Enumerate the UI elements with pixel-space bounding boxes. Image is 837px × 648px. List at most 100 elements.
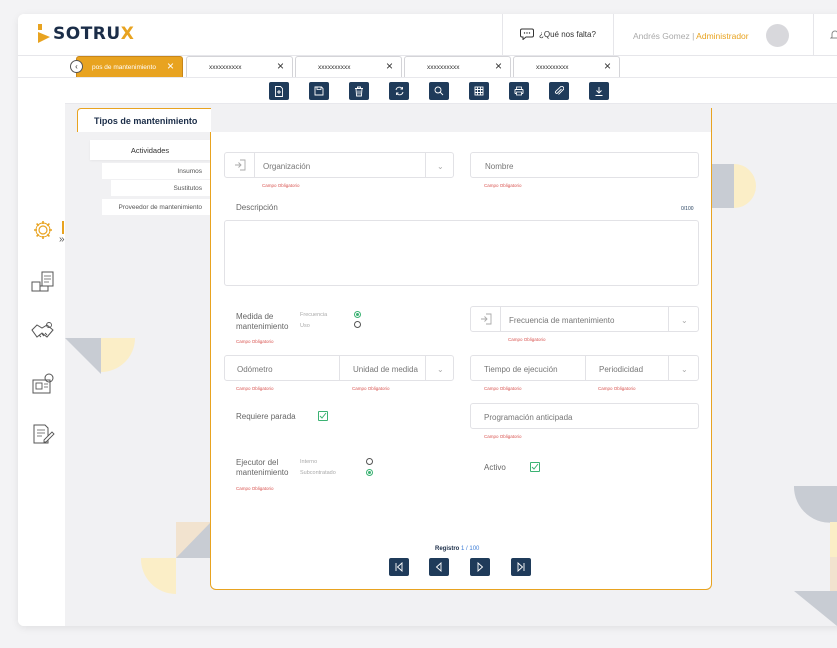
search-button[interactable] bbox=[429, 82, 449, 100]
tab-label: pos de mantenimiento bbox=[92, 63, 156, 71]
uso-option-label: Uso bbox=[300, 323, 310, 329]
toolbar bbox=[65, 78, 837, 104]
error-message: Campo Obligatorio bbox=[262, 183, 300, 188]
tab-item[interactable]: xxxxxxxxxx × bbox=[186, 56, 293, 77]
new-button[interactable] bbox=[269, 82, 289, 100]
last-record-button[interactable] bbox=[511, 558, 531, 576]
error-message: Campo Obligatorio bbox=[236, 339, 274, 344]
user-role: Administrador bbox=[696, 31, 749, 41]
sync-button[interactable] bbox=[389, 82, 409, 100]
close-icon[interactable]: × bbox=[277, 60, 284, 72]
gear-icon[interactable] bbox=[30, 218, 56, 242]
programacion-input[interactable]: Programación anticipada bbox=[470, 403, 699, 429]
inventory-icon[interactable] bbox=[30, 270, 56, 294]
last-page-icon bbox=[517, 562, 525, 572]
chevron-left-icon: ‹ bbox=[75, 61, 78, 71]
first-page-icon bbox=[395, 562, 403, 572]
login-icon bbox=[225, 153, 255, 177]
expand-sidebar-icon[interactable]: » bbox=[59, 234, 65, 245]
back-button[interactable]: ‹ bbox=[70, 60, 83, 73]
header-separator bbox=[613, 14, 614, 56]
odometro-unidad-group: Odómetro Unidad de medida ⌄ bbox=[224, 355, 454, 381]
requiere-parada-checkbox[interactable] bbox=[318, 411, 328, 421]
bell-icon[interactable] bbox=[830, 29, 837, 41]
subnav-actividades[interactable]: Actividades bbox=[90, 140, 210, 160]
programacion-label: Programación anticipada bbox=[484, 413, 573, 422]
tab-item[interactable]: xxxxxxxxxx × bbox=[404, 56, 511, 77]
avatar[interactable] bbox=[766, 24, 789, 47]
tab-item[interactable]: xxxxxxxxxx × bbox=[513, 56, 620, 77]
field-divider bbox=[585, 356, 586, 380]
periodicidad-select[interactable]: Periodicidad bbox=[599, 365, 643, 374]
grid-button[interactable] bbox=[469, 82, 489, 100]
subnav-sustitutos[interactable]: Sustitutos bbox=[111, 180, 210, 196]
odometro-label[interactable]: Odómetro bbox=[237, 365, 273, 374]
logo-text: SOTRUX bbox=[53, 24, 135, 44]
decor-shape bbox=[65, 338, 135, 374]
medida-label: Medida de mantenimiento bbox=[236, 312, 289, 331]
search-icon bbox=[434, 86, 444, 96]
close-icon[interactable]: × bbox=[167, 60, 174, 72]
tab-label: xxxxxxxxxx bbox=[536, 63, 569, 71]
error-message: Campo Obligatorio bbox=[484, 183, 522, 188]
activo-checkbox[interactable] bbox=[530, 462, 540, 472]
subnav-insumos[interactable]: Insumos bbox=[102, 163, 210, 179]
handshake-icon[interactable] bbox=[30, 320, 56, 344]
delete-button[interactable] bbox=[349, 82, 369, 100]
tab-label: xxxxxxxxxx bbox=[427, 63, 460, 71]
interno-radio[interactable] bbox=[366, 458, 373, 465]
user-info[interactable]: Andrés Gomez | Administrador bbox=[633, 31, 749, 41]
logo-mark-icon bbox=[38, 24, 50, 43]
machine-icon[interactable] bbox=[30, 372, 56, 396]
uso-radio[interactable] bbox=[354, 321, 361, 328]
error-message: Campo Obligatorio bbox=[352, 386, 390, 391]
chat-bubble-icon bbox=[520, 28, 534, 40]
print-button[interactable] bbox=[509, 82, 529, 100]
tiempo-periodicidad-group: Tiempo de ejecución Periodicidad ⌄ bbox=[470, 355, 699, 381]
download-icon bbox=[595, 86, 603, 96]
header-separator bbox=[813, 14, 814, 56]
feedback-button[interactable]: ¿Qué nos falta? bbox=[520, 28, 596, 40]
page-title: Tipos de mantenimiento bbox=[77, 108, 211, 132]
close-icon[interactable]: × bbox=[386, 60, 393, 72]
close-icon[interactable]: × bbox=[604, 60, 611, 72]
select-divider bbox=[668, 356, 669, 380]
document-edit-icon[interactable] bbox=[30, 422, 56, 446]
header: SOTRUX ¿Qué nos falta? Andrés Gomez | Ad… bbox=[18, 14, 837, 56]
error-message: Campo Obligatorio bbox=[508, 337, 546, 342]
prev-record-button[interactable] bbox=[429, 558, 449, 576]
subcontratado-radio[interactable] bbox=[366, 469, 373, 476]
requiere-parada-label: Requiere parada bbox=[236, 412, 296, 421]
close-icon[interactable]: × bbox=[495, 60, 502, 72]
next-record-button[interactable] bbox=[470, 558, 490, 576]
tiempo-ejecucion-input[interactable]: Tiempo de ejecución bbox=[484, 365, 558, 374]
descripcion-textarea[interactable] bbox=[224, 220, 699, 286]
tab-tipos-mantenimiento[interactable]: pos de mantenimiento × bbox=[76, 56, 183, 77]
nombre-label: Nombre bbox=[485, 162, 514, 171]
activo-label: Activo bbox=[484, 463, 506, 472]
tab-label: xxxxxxxxxx bbox=[209, 63, 242, 71]
trash-icon bbox=[355, 86, 363, 96]
tab-item[interactable]: xxxxxxxxxx × bbox=[295, 56, 402, 77]
nombre-input[interactable]: Nombre bbox=[470, 152, 699, 178]
attach-button[interactable] bbox=[549, 82, 569, 100]
prev-page-icon bbox=[435, 562, 442, 572]
first-record-button[interactable] bbox=[389, 558, 409, 576]
interno-option-label: Interno bbox=[300, 459, 318, 465]
logo: SOTRUX bbox=[38, 24, 134, 44]
feedback-label: ¿Qué nos falta? bbox=[539, 29, 596, 39]
frecuencia-radio[interactable] bbox=[354, 311, 361, 318]
tab-label: xxxxxxxxxx bbox=[318, 63, 351, 71]
download-button[interactable] bbox=[589, 82, 609, 100]
error-message: Campo Obligatorio bbox=[236, 386, 274, 391]
frecuencia-select[interactable]: Frecuencia de mantenimiento ⌄ bbox=[470, 306, 699, 332]
descripcion-label: Descripción bbox=[236, 203, 278, 212]
organizacion-select[interactable]: Organización ⌄ bbox=[224, 152, 454, 178]
save-button[interactable] bbox=[309, 82, 329, 100]
unidad-medida-select[interactable]: Unidad de medida bbox=[353, 365, 418, 374]
record-indicator: Registro 1 / 100 bbox=[435, 546, 480, 552]
subnav-proveedor[interactable]: Proveedor de mantenimiento bbox=[102, 199, 210, 215]
check-icon bbox=[319, 412, 327, 419]
field-divider bbox=[339, 356, 340, 380]
print-icon bbox=[514, 86, 524, 96]
